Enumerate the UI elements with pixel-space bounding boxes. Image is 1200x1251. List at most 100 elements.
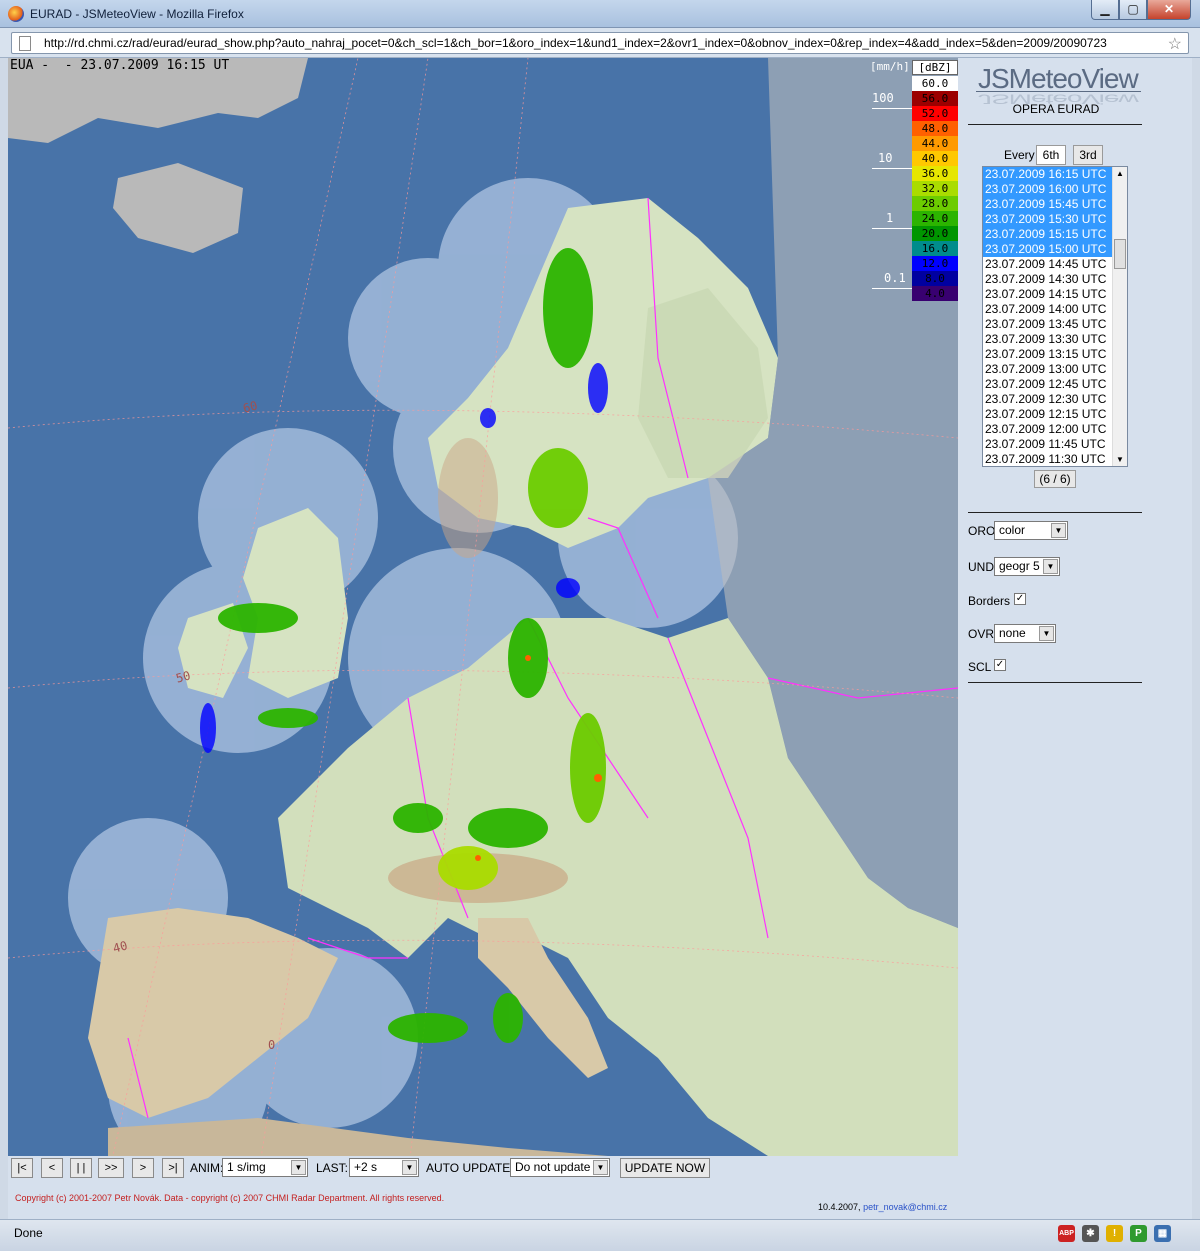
last-select[interactable]: +2 s ▼ — [349, 1158, 419, 1177]
time-list-item[interactable]: 23.07.2009 12:45 UTC — [983, 377, 1127, 392]
scale-level: 60.0 — [912, 76, 958, 91]
chevron-down-icon: ▼ — [1039, 626, 1054, 641]
time-list-item[interactable]: 23.07.2009 16:15 UTC — [983, 167, 1127, 182]
mm-label-1: 1 — [886, 211, 894, 225]
time-list-item[interactable]: 23.07.2009 13:15 UTC — [983, 347, 1127, 362]
divider — [968, 682, 1142, 683]
scroll-up-icon[interactable]: ▲ — [1116, 169, 1124, 178]
auto-update-label: AUTO UPDATE — [426, 1161, 511, 1175]
scale-level: 12.0 — [912, 256, 958, 271]
auto-update-value: Do not update — [515, 1160, 591, 1174]
time-list-item[interactable]: 23.07.2009 13:00 UTC — [983, 362, 1127, 377]
scale-level: 44.0 — [912, 136, 958, 151]
mm-line — [872, 108, 912, 109]
time-list-item[interactable]: 23.07.2009 14:30 UTC — [983, 272, 1127, 287]
und-select[interactable]: geogr 5 ▼ — [994, 557, 1060, 576]
p-green-icon[interactable]: P — [1130, 1225, 1147, 1242]
anim-select[interactable]: 1 s/img ▼ — [222, 1158, 308, 1177]
play-button[interactable]: >> — [98, 1158, 124, 1178]
divider — [968, 512, 1142, 513]
color-scale-legend: [mm/h] [dBZ] 60.0 56.0 52.0 48.0 44.0 40.0 36.… — [870, 58, 958, 303]
maximize-button[interactable]: ▢ — [1119, 0, 1147, 20]
oro-select[interactable]: color ▼ — [994, 521, 1068, 540]
every-3rd-button[interactable]: 3rd — [1073, 145, 1103, 165]
anim-label: ANIM: — [190, 1161, 224, 1175]
divider — [968, 124, 1142, 125]
time-list-item[interactable]: 23.07.2009 15:15 UTC — [983, 227, 1127, 242]
time-list-item[interactable]: 23.07.2009 14:00 UTC — [983, 302, 1127, 317]
scale-level: 8.0 — [912, 271, 958, 286]
status-text: Done — [14, 1226, 43, 1240]
page-icon — [19, 36, 31, 51]
radar-map: EUA - - 23.07.2009 16:15 UT 60 50 40 0 [… — [8, 58, 958, 1156]
every-label: Every — [1004, 148, 1035, 162]
mm-line — [872, 228, 912, 229]
time-list-item[interactable]: 23.07.2009 15:45 UTC — [983, 197, 1127, 212]
animation-controls: |< < | | >> > >| ANIM: 1 s/img ▼ LAST: +… — [8, 1156, 958, 1182]
time-list-item[interactable]: 23.07.2009 12:00 UTC — [983, 422, 1127, 437]
time-list-item[interactable]: 23.07.2009 13:45 UTC — [983, 317, 1127, 332]
chevron-down-icon: ▼ — [402, 1160, 417, 1175]
time-list-item[interactable]: 23.07.2009 15:30 UTC — [983, 212, 1127, 227]
first-frame-button[interactable]: |< — [11, 1158, 33, 1178]
time-list-item[interactable]: 23.07.2009 14:15 UTC — [983, 287, 1127, 302]
pause-button[interactable]: | | — [70, 1158, 92, 1178]
close-button[interactable]: ✕ — [1147, 0, 1191, 20]
every-6th-button[interactable]: 6th — [1036, 145, 1066, 165]
bug-icon[interactable]: ✱ — [1082, 1225, 1099, 1242]
map-timestamp: EUA - - 23.07.2009 16:15 UT — [10, 58, 230, 73]
mm-label-0-1: 0.1 — [884, 271, 906, 285]
adblock-icon[interactable]: ABP — [1058, 1225, 1075, 1242]
time-list-item[interactable]: 23.07.2009 12:30 UTC — [983, 392, 1127, 407]
status-bar: Done ABP ✱! P ▦ — [0, 1219, 1200, 1251]
warning-icon[interactable]: ! — [1106, 1225, 1123, 1242]
update-now-button[interactable]: UPDATE NOW — [620, 1158, 710, 1178]
chevron-down-icon: ▼ — [593, 1160, 608, 1175]
auto-update-select[interactable]: Do not update ▼ — [510, 1158, 610, 1177]
selection-counter-button[interactable]: (6 / 6) — [1034, 470, 1076, 488]
scale-mm-unit: [mm/h] — [870, 60, 910, 73]
copyright-text: Copyright (c) 2001-2007 Petr Novák. Data… — [15, 1193, 445, 1203]
scl-label: SCL — [968, 660, 992, 674]
scroll-thumb[interactable] — [1114, 239, 1126, 269]
subtitle: OPERA EURAD — [1012, 102, 1100, 116]
bookmark-star-icon[interactable]: ☆ — [1168, 34, 1182, 54]
scale-level: 56.0 — [912, 91, 958, 106]
last-value: +2 s — [354, 1160, 378, 1174]
mm-line — [872, 168, 912, 169]
scale-level: 40.0 — [912, 151, 958, 166]
map-graphic — [8, 58, 958, 1156]
scale-level: 32.0 — [912, 181, 958, 196]
time-list-item[interactable]: 23.07.2009 12:15 UTC — [983, 407, 1127, 422]
minimize-button[interactable]: ▁ — [1091, 0, 1119, 20]
time-list-item[interactable]: 23.07.2009 16:00 UTC — [983, 182, 1127, 197]
ovr-select[interactable]: none ▼ — [994, 624, 1056, 643]
navigation-bar: http://rd.chmi.cz/rad/eurad/eurad_show.p… — [0, 28, 1200, 58]
logo-underline — [976, 91, 1141, 92]
chevron-down-icon: ▼ — [1051, 523, 1066, 538]
footer-email-link[interactable]: petr_novak@chmi.cz — [863, 1202, 947, 1212]
und-value: geogr 5 — [999, 559, 1040, 573]
scale-level: 16.0 — [912, 241, 958, 256]
time-list-item[interactable]: 23.07.2009 14:45 UTC — [983, 257, 1127, 272]
scale-dbz-unit: [dBZ] — [912, 60, 958, 75]
scl-checkbox[interactable]: ✓ — [994, 659, 1006, 671]
ovr-value: none — [999, 626, 1026, 640]
time-list-item[interactable]: 23.07.2009 11:30 UTC — [983, 452, 1127, 466]
borders-checkbox[interactable]: ✓ — [1014, 593, 1026, 605]
mm-label-100: 100 — [872, 91, 894, 105]
time-list-scrollbar[interactable]: ▲ ▼ — [1112, 167, 1127, 466]
prev-frame-button[interactable]: < — [41, 1158, 63, 1178]
url-bar[interactable]: http://rd.chmi.cz/rad/eurad/eurad_show.p… — [11, 32, 1189, 54]
screenshot-icon[interactable]: ▦ — [1154, 1225, 1171, 1242]
time-list[interactable]: 23.07.2009 16:15 UTC 23.07.2009 16:00 UTC… — [982, 166, 1128, 467]
time-list-item[interactable]: 23.07.2009 13:30 UTC — [983, 332, 1127, 347]
next-frame-button[interactable]: > — [132, 1158, 154, 1178]
time-list-item[interactable]: 23.07.2009 15:00 UTC — [983, 242, 1127, 257]
scale-level: 4.0 — [912, 286, 958, 301]
scroll-down-icon[interactable]: ▼ — [1116, 455, 1124, 464]
last-frame-button[interactable]: >| — [162, 1158, 184, 1178]
time-list-item[interactable]: 23.07.2009 11:45 UTC — [983, 437, 1127, 452]
url-text[interactable]: http://rd.chmi.cz/rad/eurad/eurad_show.p… — [44, 36, 1107, 50]
oro-value: color — [999, 523, 1026, 537]
